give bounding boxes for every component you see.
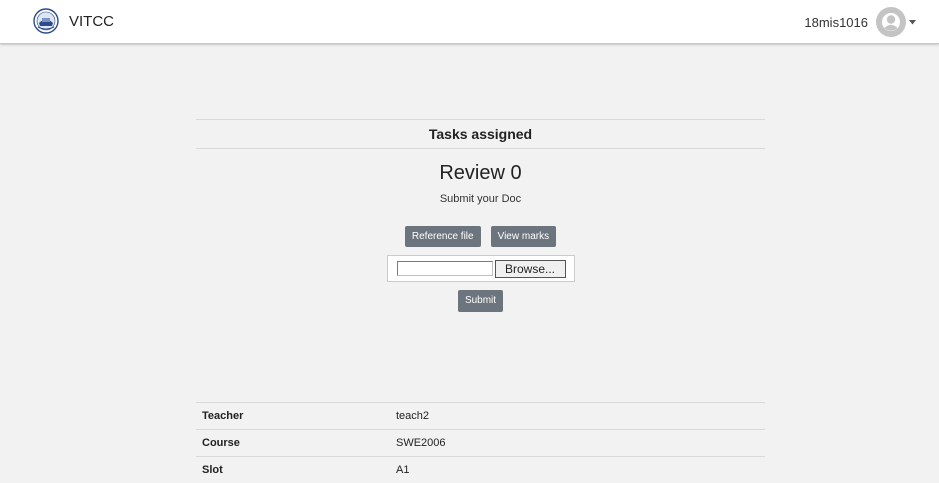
review-title: Review 0: [439, 162, 522, 184]
brand-name: VITCC: [69, 12, 114, 30]
slot-label: Slot: [202, 464, 223, 476]
card-header: Tasks assigned: [196, 119, 765, 149]
user-menu[interactable]: 18mis1016: [804, 7, 916, 37]
view-marks-button[interactable]: View marks: [490, 226, 557, 247]
course-label: Course: [202, 437, 240, 449]
navbar: VITCC 18mis1016: [0, 0, 939, 44]
teacher-value: teach2: [396, 410, 430, 422]
file-path-field[interactable]: [396, 261, 493, 276]
browse-button[interactable]: Browse...: [494, 260, 566, 278]
table-row: Teacher teach2: [196, 402, 765, 429]
submit-button[interactable]: Submit: [457, 290, 504, 312]
brand-link[interactable]: VITCC: [33, 8, 114, 34]
avatar-icon[interactable]: [876, 7, 906, 37]
reference-file-button[interactable]: Reference file: [404, 226, 481, 247]
course-info-table: Teacher teach2 Course SWE2006 Slot A1: [196, 402, 765, 483]
course-value: SWE2006: [396, 437, 446, 449]
logo-icon: [33, 8, 59, 34]
table-row: Course SWE2006: [196, 429, 765, 456]
task-card: Tasks assigned Review 0 Submit your Doc …: [196, 119, 765, 312]
review-subtitle: Submit your Doc: [439, 193, 522, 205]
username: 18mis1016: [804, 14, 868, 30]
teacher-label: Teacher: [202, 410, 244, 422]
slot-value: A1: [396, 464, 410, 476]
submit-row: Submit: [196, 290, 765, 312]
table-row: Slot A1: [196, 456, 765, 483]
action-buttons: Reference file View marks: [196, 226, 765, 247]
file-upload: Browse...: [386, 255, 575, 282]
chevron-down-icon[interactable]: [909, 19, 916, 25]
